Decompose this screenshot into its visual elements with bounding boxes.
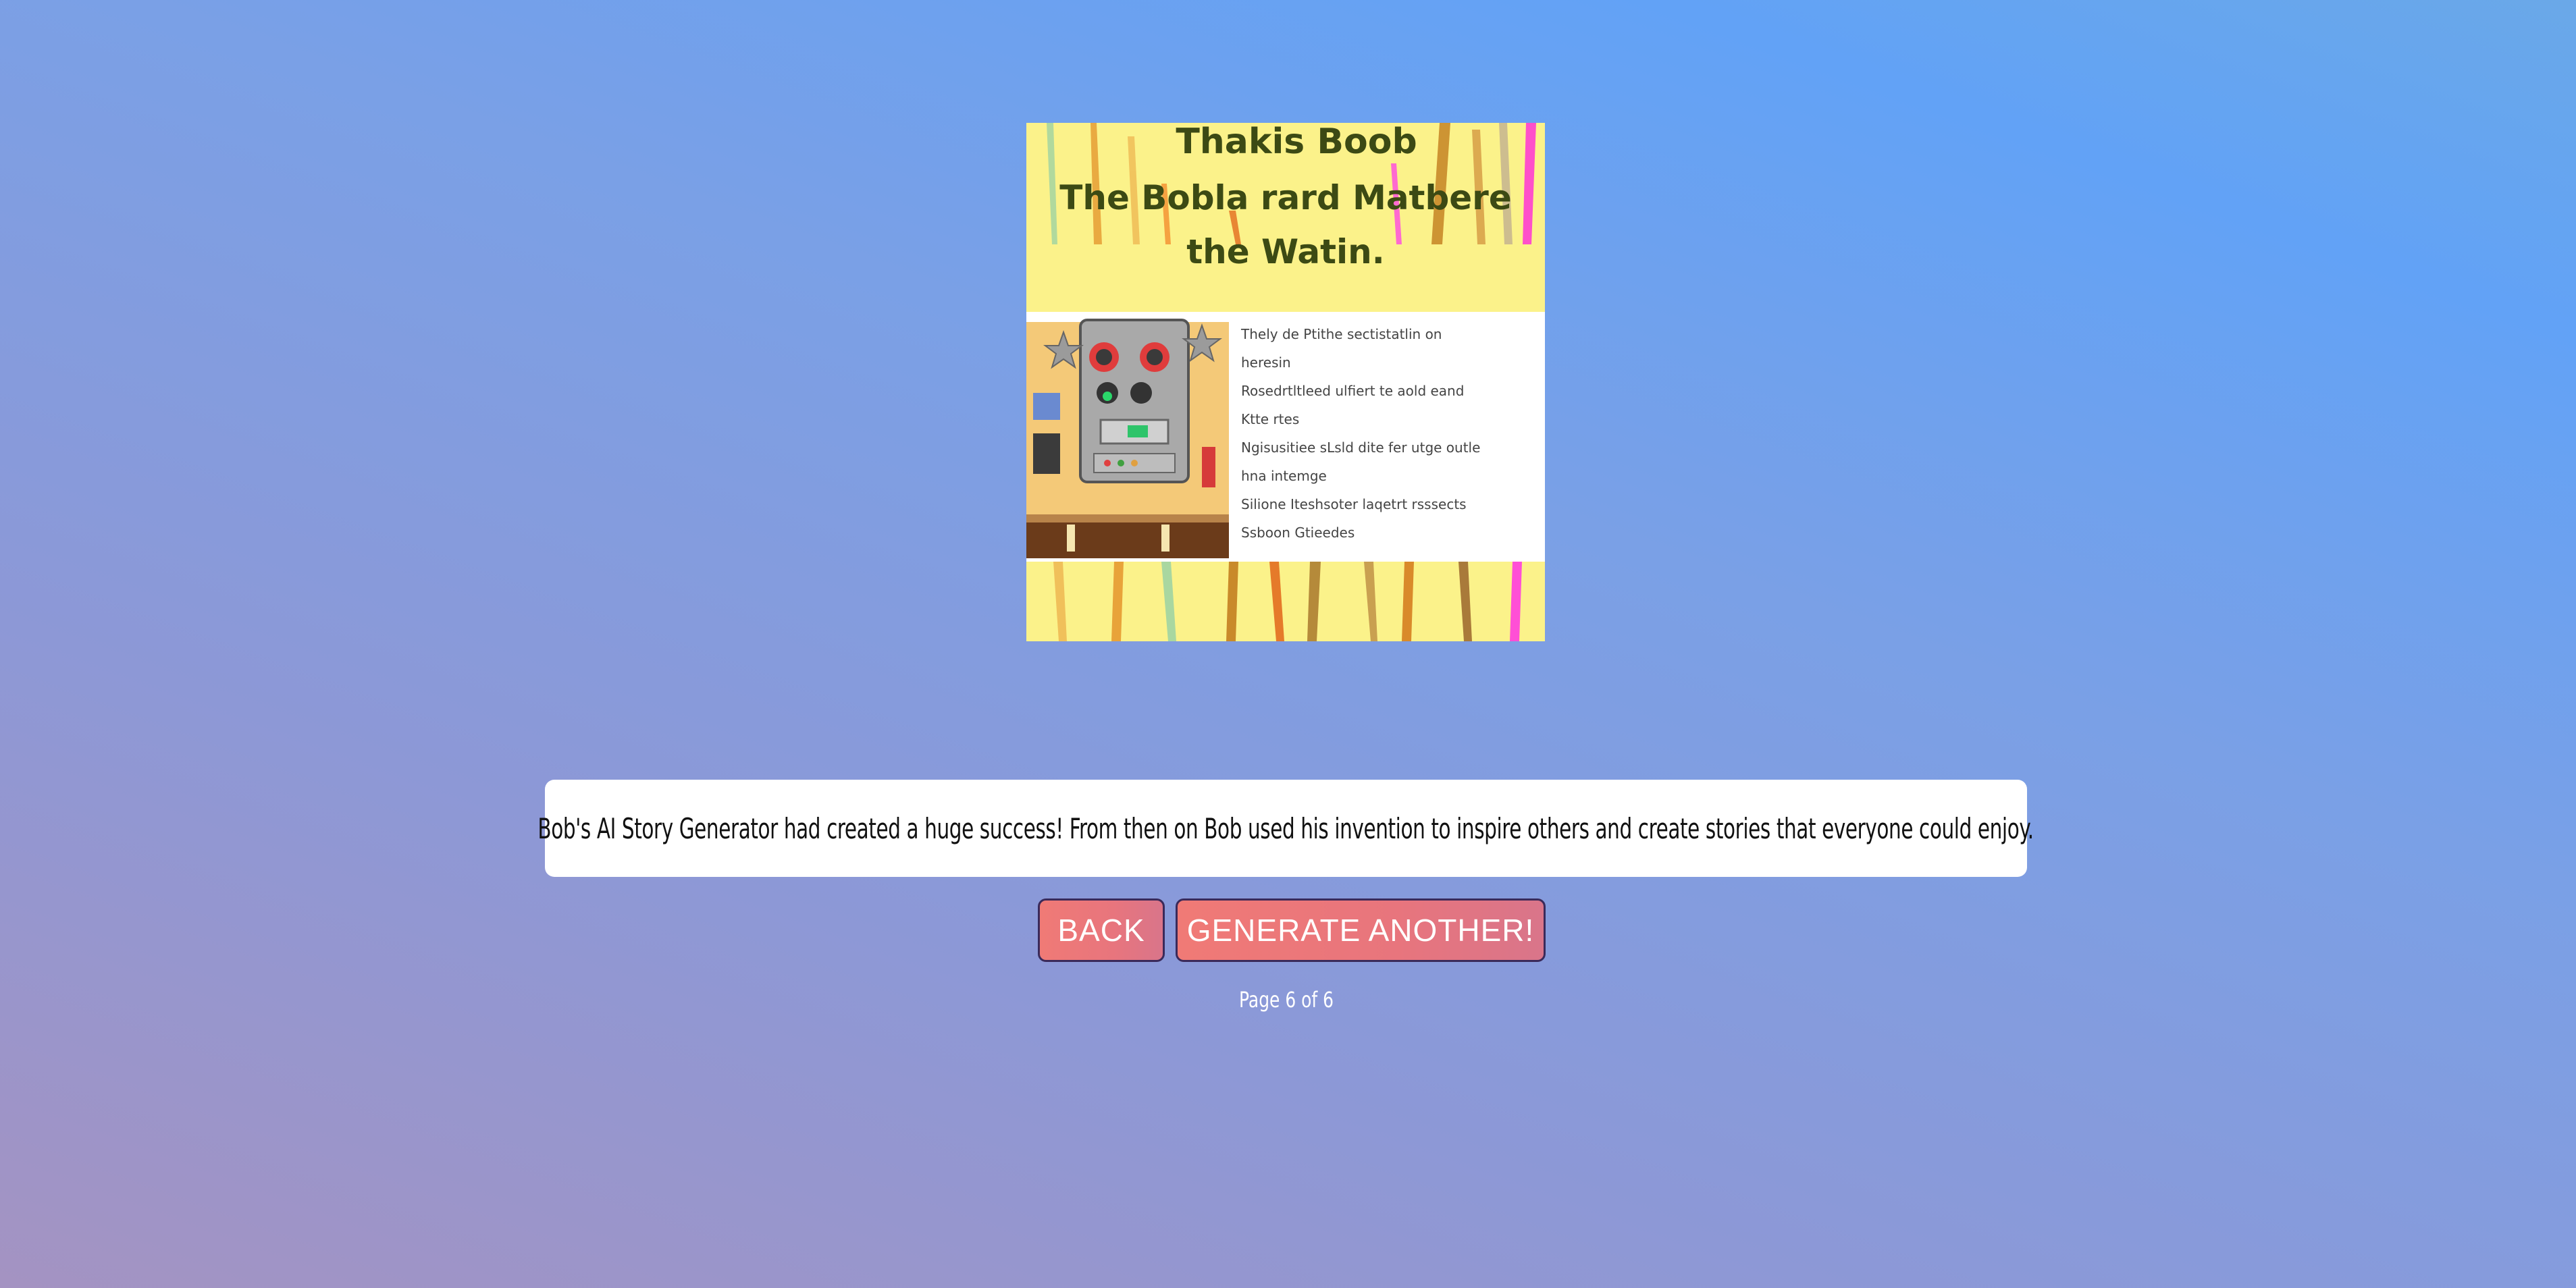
robot-illustration [1026,319,1229,558]
illustration-title-line-1: Thakis Boob [1176,123,1417,162]
back-button[interactable]: BACK [1038,898,1165,962]
story-illustration: Thakis Boob The Bobla rard Matbere the W… [1026,123,1545,641]
illustration-title-line-2: The Bobla rard Matbere [1059,178,1511,217]
illustration-list-line-2: heresin [1241,354,1291,371]
illustration-list-line-5: Ngisusitiee sLsld dite fer utge outle [1241,439,1480,456]
story-caption-text: Bob's AI Story Generator had created a h… [537,811,2034,845]
story-caption-box: Bob's AI Story Generator had created a h… [538,780,2034,877]
generate-another-button[interactable]: GENERATE ANOTHER! [1176,898,1546,962]
illustration-list-line-3: Rosedrtltleed ulfiert te aold eand [1241,383,1464,399]
illustration-title-line-3: the Watin. [1186,232,1385,271]
illustration-list-line-6: hna intemge [1241,468,1327,484]
illustration-list-line-7: Silione Iteshsoter laqetrt rsssects [1241,496,1467,512]
illustration-list-line-1: Thely de Ptithe sectistatlin on [1240,326,1442,342]
page-indicator: Page 6 of 6 [1238,987,1334,1013]
illustration-list-line-8: Ssboon Gtieedes [1241,525,1355,541]
illustration-list-line-4: Ktte rtes [1241,411,1299,427]
